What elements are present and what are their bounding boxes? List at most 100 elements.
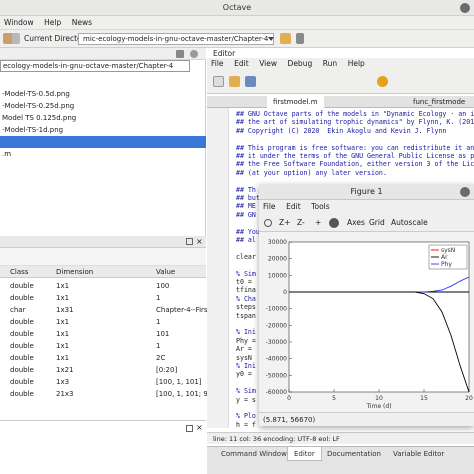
file-browser-path-input[interactable]: ecology-models-in-gnu-octave-master/Chap… bbox=[0, 60, 190, 72]
zoom-out-button[interactable]: Z- bbox=[297, 214, 305, 232]
legend-label: Phy bbox=[441, 261, 452, 268]
code-line: tspan bbox=[236, 311, 256, 320]
settings-icon[interactable] bbox=[190, 50, 198, 58]
legend-label: Ar bbox=[441, 254, 448, 261]
tab-variable-editor[interactable]: Variable Editor bbox=[387, 447, 450, 461]
chart-svg: -60000-50000-40000-30000-20000-100000100… bbox=[266, 239, 473, 410]
table-row[interactable]: double 1x1 101 bbox=[0, 328, 206, 340]
editor-menu-help[interactable]: Help bbox=[344, 58, 369, 70]
x-tick-label: 0 bbox=[287, 395, 291, 402]
file-item[interactable]: -Model-TS-0.5d.png bbox=[0, 88, 206, 100]
grid-button[interactable]: Grid bbox=[369, 214, 385, 232]
code-line: ## This program is free software: you ca… bbox=[236, 143, 474, 152]
table-row[interactable]: double 1x1 1 bbox=[0, 316, 206, 328]
y-tick-label: -60000 bbox=[266, 389, 287, 396]
save-icon[interactable] bbox=[245, 76, 256, 87]
current-directory-input[interactable]: mic-ecology-models-in-gnu-octave-master/… bbox=[78, 33, 274, 45]
new-file-icon[interactable] bbox=[213, 76, 224, 87]
x-tick-label: 10 bbox=[375, 395, 383, 402]
file-item[interactable]: -Model-TS-0.25d.png bbox=[0, 100, 206, 112]
chevron-down-icon[interactable] bbox=[268, 37, 274, 41]
file-item[interactable]: Model TS 0.125d.png bbox=[0, 112, 206, 124]
tab-firstmodel[interactable]: firstmodel.m bbox=[267, 96, 324, 108]
table-row[interactable]: double 1x1 1 bbox=[0, 292, 206, 304]
editor-menu-debug[interactable]: Debug bbox=[284, 58, 317, 70]
table-row[interactable]: double 1x3 [100, 1, 101] bbox=[0, 376, 206, 388]
file-item[interactable]: .m bbox=[0, 148, 206, 160]
tab-func-firstmodel[interactable]: func_firstmode bbox=[407, 96, 471, 108]
y-tick-label: -30000 bbox=[266, 339, 287, 346]
back-icon[interactable] bbox=[176, 50, 184, 58]
editor-menu-edit[interactable]: Edit bbox=[230, 58, 253, 70]
y-tick-label: -20000 bbox=[266, 322, 287, 329]
open-file-icon[interactable] bbox=[229, 76, 240, 87]
y-tick-label: 30000 bbox=[268, 239, 287, 246]
autoscale-button[interactable]: Autoscale bbox=[391, 214, 428, 232]
folder-icon[interactable] bbox=[280, 33, 291, 44]
undo-icon[interactable] bbox=[12, 33, 20, 44]
rotate-icon[interactable] bbox=[264, 219, 272, 227]
code-line: ## GNU Octave parts of the models in "Dy… bbox=[236, 110, 474, 118]
code-line: clear bbox=[236, 252, 256, 261]
file-browser-toolbar bbox=[0, 48, 206, 60]
table-row[interactable]: double 1x1 100 bbox=[0, 280, 206, 292]
zoom-in-button[interactable]: Z+ bbox=[279, 214, 290, 232]
close-icon[interactable] bbox=[460, 187, 470, 197]
column-value[interactable]: Value bbox=[156, 266, 175, 278]
undock-icon[interactable] bbox=[186, 425, 193, 432]
file-item-selected[interactable] bbox=[0, 136, 206, 148]
menu-window[interactable]: Window bbox=[0, 16, 38, 30]
workspace-column-headers: Class Dimension Value bbox=[0, 266, 206, 278]
undock-icon[interactable] bbox=[186, 238, 193, 245]
pan-button[interactable]: + bbox=[315, 214, 321, 232]
tab-documentation[interactable]: Documentation bbox=[321, 447, 387, 461]
run-icon[interactable] bbox=[377, 76, 388, 87]
close-icon[interactable]: × bbox=[196, 423, 203, 432]
close-icon[interactable] bbox=[460, 3, 470, 13]
menu-help[interactable]: Help bbox=[40, 16, 65, 30]
editor-toolbar bbox=[207, 70, 474, 94]
legend-label: sysN bbox=[441, 247, 455, 254]
table-row[interactable]: double 1x21 [0:20] bbox=[0, 364, 206, 376]
column-dimension[interactable]: Dimension bbox=[56, 266, 93, 278]
figure-title-bar: Figure 1 bbox=[259, 184, 474, 200]
code-line: sysN bbox=[236, 353, 252, 362]
editor-menu-view[interactable]: View bbox=[255, 58, 281, 70]
table-row[interactable]: double 21x3 [100, 1, 101; 99, bbox=[0, 388, 215, 400]
menu-news[interactable]: News bbox=[68, 16, 96, 30]
code-line: % Plo bbox=[236, 412, 256, 421]
y-tick-label: 20000 bbox=[268, 256, 287, 263]
bottom-tab-bar: Command Window Editor Documentation Vari… bbox=[207, 446, 474, 474]
text-insert-icon[interactable] bbox=[329, 218, 339, 228]
window-title: Octave bbox=[222, 3, 252, 12]
tab-editor[interactable]: Editor bbox=[287, 447, 322, 461]
code-line: y = s bbox=[236, 395, 256, 404]
figure-menu-file[interactable]: File bbox=[259, 200, 280, 214]
code-line: ## You bbox=[236, 227, 260, 236]
code-line: tfina bbox=[236, 286, 256, 295]
figure-menu-tools[interactable]: Tools bbox=[307, 200, 333, 214]
editor-menu-run[interactable]: Run bbox=[319, 58, 341, 70]
editor-tab-bar: firstmodel.m func_firstmode bbox=[207, 96, 474, 108]
code-line: ## it under the terms of the GNU General… bbox=[236, 152, 474, 160]
close-icon[interactable]: × bbox=[196, 237, 203, 246]
code-line: steps bbox=[236, 303, 256, 312]
figure-menu-edit[interactable]: Edit bbox=[282, 200, 305, 214]
file-item[interactable]: -Model-TS-1d.png bbox=[0, 124, 206, 136]
main-menu-bar: Window Help News bbox=[0, 16, 474, 30]
table-row[interactable]: double 1x1 2C bbox=[0, 352, 206, 364]
code-line: h = f bbox=[236, 420, 256, 429]
code-line: Ar = bbox=[236, 345, 252, 354]
plot-area[interactable]: -60000 -50000 -40000 -30000 -20000 -10000 0 100… bbox=[259, 232, 474, 412]
code-line: y0 = bbox=[236, 370, 252, 379]
up-arrow-icon[interactable] bbox=[296, 33, 304, 44]
editor-menu-file[interactable]: File bbox=[207, 58, 228, 70]
table-row[interactable]: double 1x1 1 bbox=[0, 340, 206, 352]
code-line: % Ini bbox=[236, 328, 256, 337]
axes-button[interactable]: Axes bbox=[347, 214, 365, 232]
figure-title: Figure 1 bbox=[350, 187, 383, 196]
figure-menu-bar: File Edit Tools bbox=[259, 200, 474, 214]
column-class[interactable]: Class bbox=[10, 266, 28, 278]
tab-command-window[interactable]: Command Window bbox=[215, 447, 293, 461]
table-row[interactable]: char 1x31 Chapter-4--First bbox=[0, 304, 210, 316]
